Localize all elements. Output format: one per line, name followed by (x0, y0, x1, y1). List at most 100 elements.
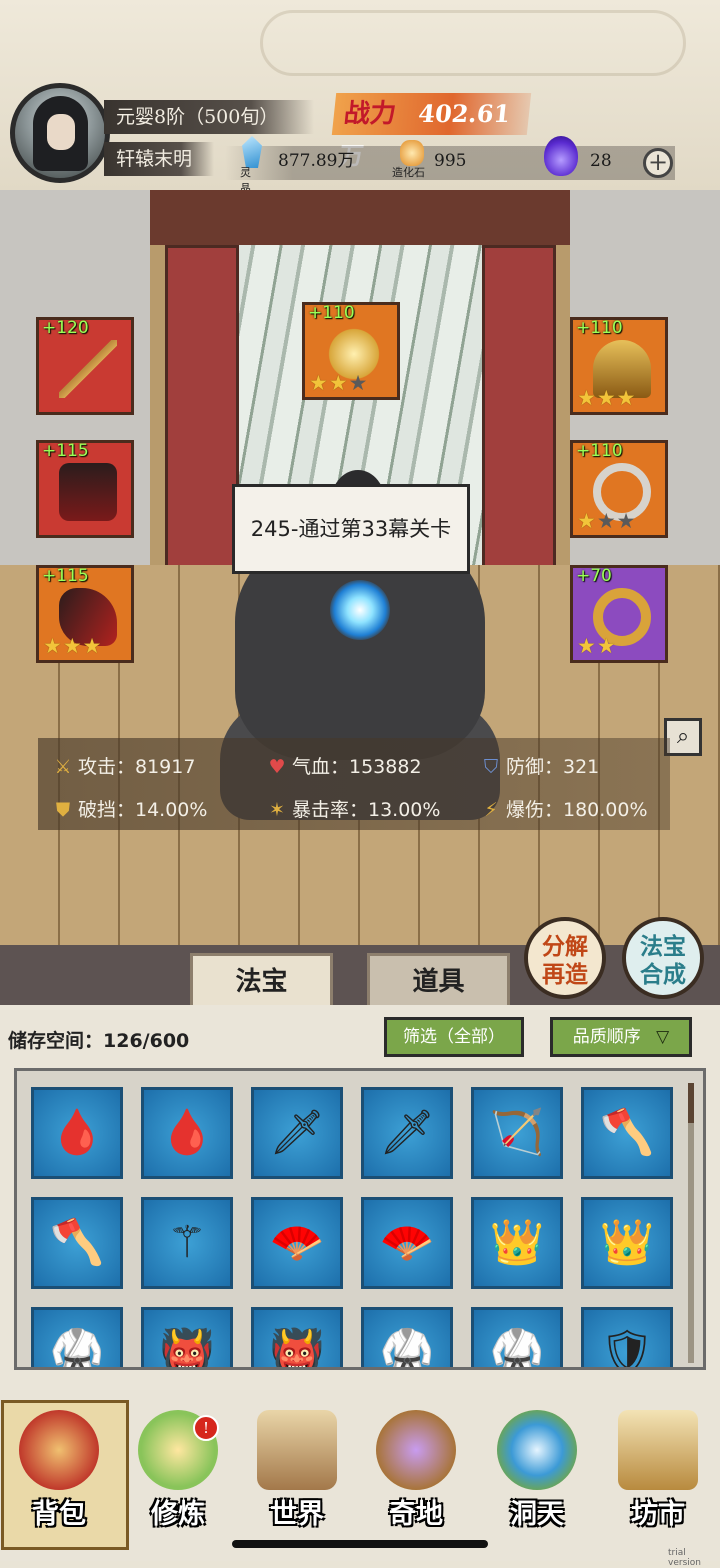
nav-bag[interactable]: 背包 (1, 1400, 129, 1550)
stat-crit-dmg-text: 爆伤：180.00% (506, 799, 648, 821)
home-indicator[interactable] (232, 1540, 488, 1548)
add-currency-button[interactable]: + (643, 148, 673, 178)
decompose-line-1: 分解 (542, 933, 588, 960)
combat-power-label: 战力 (342, 99, 398, 129)
inventory-item[interactable]: 🩸 (31, 1087, 123, 1179)
staff-icon (59, 340, 117, 398)
crit-burst-icon: ✶ (269, 799, 285, 821)
inventory-grid[interactable]: 🩸 🩸 🗡 🗡 🏹 🪓 🪓 ⚚ 🪭 🪭 👑 👑 🥋 👹 👹 🥋 🥋 🛡 (14, 1068, 706, 1370)
synthesize-line-1: 法宝 (640, 933, 686, 960)
inventory-item[interactable]: ⚚ (141, 1197, 233, 1289)
scroll-map-icon (257, 1410, 337, 1490)
nav-cave[interactable]: 洞天 (481, 1400, 593, 1530)
stat-attack-text: 攻击：81917 (78, 756, 196, 778)
inventory-item[interactable]: 🏹 (471, 1087, 563, 1179)
armor-icon: 🛡 (599, 1327, 655, 1370)
door-lintel (150, 190, 570, 245)
jade-fan-icon: 🪭 (269, 1217, 325, 1268)
decompose-button[interactable]: 分解 再造 (524, 917, 606, 999)
star-rating: ★★★ (43, 634, 103, 658)
tab-strip (0, 945, 720, 1005)
sort-dropdown[interactable]: 品质顺序 ▽ (550, 1017, 692, 1057)
enhance-level: +110 (576, 441, 623, 461)
filter-button[interactable]: 筛选（全部） (384, 1017, 524, 1057)
stat-hp-text: 气血：153882 (292, 756, 422, 778)
decompose-line-2: 再造 (542, 961, 588, 988)
nav-label: 修炼 (151, 1499, 205, 1530)
jade-fan-icon: 🪭 (379, 1217, 435, 1268)
golden-helm-icon: 👑 (599, 1217, 655, 1268)
sword-icon: ⚔ (54, 756, 72, 778)
inventory-item[interactable]: 🥋 (471, 1307, 563, 1370)
nav-world[interactable]: 世界 (241, 1400, 353, 1530)
broken-shield-icon: ⛊ (55, 799, 71, 821)
synthesize-button[interactable]: 法宝 合成 (622, 917, 704, 999)
axe-icon: 🪓 (49, 1217, 105, 1268)
nav-wonderland[interactable]: 奇地 (360, 1400, 472, 1530)
nav-label: 奇地 (389, 1499, 443, 1530)
equip-slot-boots[interactable]: +115 ★★★ (36, 565, 134, 663)
inventory-item[interactable]: 👹 (141, 1307, 233, 1367)
inventory-item[interactable]: 🥋 (361, 1307, 453, 1367)
stat-defense-text: 防御：321 (506, 756, 600, 778)
inventory-item[interactable]: 🪭 (251, 1197, 343, 1289)
ice-sword-icon: 🗡 (379, 1107, 435, 1158)
equip-slot-weapon[interactable]: +120 (36, 317, 134, 415)
stat-defense: ⛉ 防御：321 (480, 752, 599, 779)
stat-attack: ⚔ 攻击：81917 (52, 752, 195, 779)
inventory-item[interactable]: 👑 (471, 1197, 563, 1289)
player-avatar[interactable] (10, 83, 110, 183)
enhance-level: +110 (308, 303, 355, 323)
equip-slot-charm[interactable]: +110 ★★★ (302, 302, 400, 400)
robe-icon (59, 463, 117, 521)
star-rating: ★★ (577, 634, 617, 658)
equip-slot-pendant[interactable]: +110 ★★★ (570, 440, 668, 538)
pagoda-icon (376, 1410, 456, 1490)
enhance-level: +115 (42, 441, 89, 461)
nav-label: 洞天 (510, 1499, 564, 1530)
inventory-item[interactable]: 👹 (251, 1307, 343, 1367)
inventory-item[interactable]: 🪓 (31, 1197, 123, 1289)
player-name: 轩辕末明 (104, 142, 214, 176)
inventory-item[interactable]: 🛡 (581, 1307, 673, 1370)
inventory-item[interactable]: 🗡 (361, 1087, 453, 1179)
heart-icon: ♥ (268, 756, 286, 778)
dark-robe-icon: 🥋 (489, 1327, 545, 1370)
inventory-item[interactable]: 🗡 (251, 1087, 343, 1179)
inventory-item[interactable]: 👑 (581, 1197, 673, 1289)
quest-banner[interactable]: 245-通过第33幕关卡 (232, 484, 470, 574)
nav-cultivate[interactable]: 修炼 (122, 1400, 234, 1530)
nav-label: 坊市 (631, 1499, 685, 1530)
stat-crit-rate-text: 暴击率：13.00% (292, 799, 441, 821)
staff-icon: ⚚ (167, 1217, 207, 1268)
tab-fabao[interactable]: 法宝 (190, 953, 333, 1005)
inventory-item[interactable]: 🪓 (581, 1087, 673, 1179)
stat-crit-dmg: ⚡ 爆伤：180.00% (480, 795, 648, 822)
tab-daoju[interactable]: 道具 (367, 953, 510, 1005)
currency-value: 28 (590, 151, 612, 171)
equip-slot-ring[interactable]: +70 ★★ (570, 565, 668, 663)
equip-slot-crown[interactable]: +110 ★★★ (570, 317, 668, 415)
stone-icon (400, 140, 424, 166)
enhance-level: +120 (42, 318, 89, 338)
bag-icon (19, 1410, 99, 1490)
shield-icon: ⛉ (483, 756, 499, 778)
purple-flame-icon (544, 136, 578, 176)
axe-icon: 🪓 (599, 1107, 655, 1158)
inventory-item[interactable]: 🪭 (361, 1197, 453, 1289)
trial-watermark: trial version (668, 1548, 701, 1568)
inventory-scroll-thumb[interactable] (688, 1083, 694, 1123)
stat-crit-rate: ✶ 暴击率：13.00% (266, 795, 440, 822)
combat-power: 战力 402.61万 (331, 93, 532, 170)
inventory-scrollbar[interactable] (688, 1083, 694, 1363)
ice-bow-icon: 🏹 (489, 1107, 545, 1158)
inventory-item[interactable]: 🩸 (141, 1087, 233, 1179)
robe-icon: 🥋 (49, 1327, 105, 1370)
market-icon (618, 1410, 698, 1490)
inventory-item[interactable]: 🥋 (31, 1307, 123, 1370)
enhance-level: +70 (576, 566, 612, 586)
star-rating: ★★★ (309, 371, 369, 395)
equip-slot-robe[interactable]: +115 (36, 440, 134, 538)
nav-market[interactable]: 坊市 (602, 1400, 714, 1530)
notification-badge: ! (193, 1415, 219, 1441)
